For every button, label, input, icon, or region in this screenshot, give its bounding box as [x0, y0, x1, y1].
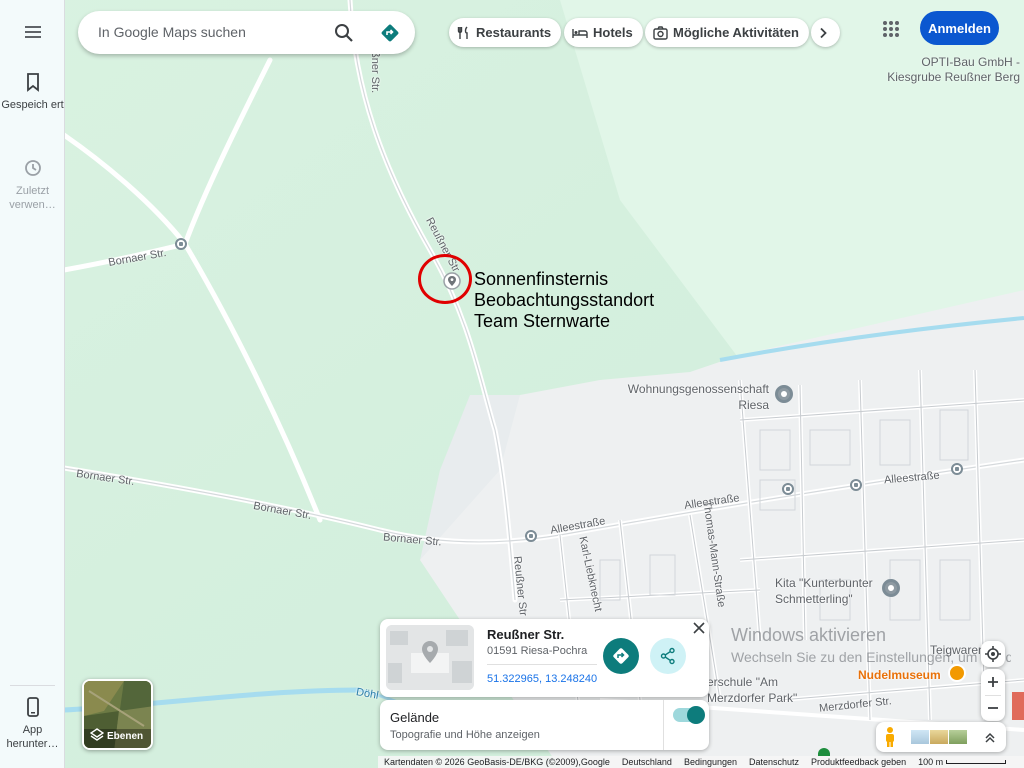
place-coordinates[interactable]: 51.322965, 13.248240 — [487, 673, 597, 685]
poi-label[interactable]: erschule "Am Merzdorfer Park" — [707, 674, 817, 706]
poi-pin-icon[interactable] — [818, 748, 830, 756]
chip-restaurants[interactable]: Restaurants — [449, 18, 562, 47]
chevron-right-icon — [820, 27, 827, 38]
annotation-line: Sonnenfinsternis — [474, 269, 609, 289]
bottom-controls — [876, 722, 1006, 752]
layers-button[interactable]: Ebenen — [82, 679, 153, 750]
close-icon[interactable] — [691, 620, 707, 636]
left-rail: Gespeich ert Zuletzt verwen… App herunte… — [0, 0, 65, 768]
poi-pin-icon[interactable] — [882, 579, 900, 597]
app-label: App herunter… — [6, 724, 59, 750]
terrain-subtitle: Topografie und Höhe anzeigen — [390, 729, 540, 741]
place-thumbnail[interactable] — [386, 625, 474, 690]
rail-divider — [10, 685, 55, 686]
poi-wohnung-text: Wohnungsgenossenschaft Riesa — [627, 382, 769, 412]
watermark-subtitle: Wechseln Sie zu den Einstellungen, um Wi… — [731, 649, 1011, 665]
traffic-view-thumbnail[interactable] — [949, 730, 967, 744]
activation-watermark: Windows aktivieren Wechseln Sie zu den E… — [731, 625, 1011, 665]
business-label[interactable]: OPTI-Bau GmbH - Kiesgrube Reußner Berg — [870, 55, 1020, 85]
phone-icon — [26, 697, 39, 717]
chip-label: Mögliche Aktivitäten — [673, 25, 799, 40]
directions-icon — [613, 648, 629, 664]
terrain-title: Gelände — [390, 710, 440, 725]
layers-icon — [90, 728, 104, 741]
pegman-icon[interactable] — [880, 726, 900, 748]
street-view-thumbnail — [386, 625, 474, 690]
footer-feedback[interactable]: Produktfeedback geben — [811, 757, 906, 767]
annotation-circle — [418, 254, 472, 304]
my-location-icon — [985, 646, 1001, 662]
footer-terms[interactable]: Bedingungen — [684, 757, 737, 767]
hamburger-icon — [24, 26, 41, 38]
globe-view-thumbnail[interactable] — [911, 730, 929, 744]
recent-button[interactable]: Zuletzt verwen… — [0, 158, 65, 212]
share-button[interactable] — [650, 638, 686, 674]
camera-icon — [653, 25, 668, 40]
zoom-in-button[interactable] — [981, 669, 1005, 695]
chips-next-button[interactable] — [811, 18, 840, 47]
annotation-text: Sonnenfinsternis Beobachtungsstandort Te… — [474, 269, 654, 332]
footer-scale[interactable]: 100 m — [918, 757, 943, 767]
terrain-view-thumbnail[interactable] — [930, 730, 948, 744]
bus-stop-icon[interactable] — [850, 479, 862, 491]
toggle-knob — [687, 706, 705, 724]
poi-label-nudelmuseum[interactable]: Nudelmuseum — [858, 667, 941, 683]
saved-button[interactable]: Gespeich ert — [0, 72, 65, 112]
terrain-separator — [663, 700, 664, 750]
share-icon — [660, 647, 675, 665]
recent-label: Zuletzt verwen… — [9, 185, 56, 211]
bookmark-icon — [26, 73, 39, 92]
map-marker-edge — [1012, 692, 1024, 720]
footer-country[interactable]: Deutschland — [622, 757, 672, 767]
terrain-card[interactable]: Gelände Topografie und Höhe anzeigen — [380, 700, 709, 750]
search-input[interactable] — [98, 21, 328, 43]
annotation-line: Beobachtungsstandort — [474, 290, 655, 310]
bus-stop-icon[interactable] — [951, 463, 963, 475]
saved-label: Gespeich ert — [1, 99, 64, 111]
expand-up-icon[interactable] — [982, 729, 998, 745]
bed-icon — [572, 28, 588, 38]
layers-label: Ebenen — [107, 731, 144, 742]
poi-label-kita[interactable]: Kita "Kunterbunter Schmetterling" — [775, 575, 885, 607]
restaurant-pin-icon[interactable] — [948, 664, 966, 682]
fork-knife-icon — [457, 26, 468, 39]
terrain-toggle[interactable] — [673, 706, 705, 724]
scale-bar — [946, 760, 1007, 764]
chip-activities[interactable]: Mögliche Aktivitäten — [645, 18, 809, 47]
signin-button[interactable]: Anmelden — [920, 11, 999, 45]
place-name: Reußner Str. — [487, 627, 565, 642]
poi-label-wohnung[interactable]: Wohnungsgenossenschaft Riesa — [619, 381, 769, 413]
minus-icon — [988, 707, 998, 709]
search-icon[interactable] — [334, 23, 354, 43]
poi-pin-icon[interactable] — [775, 385, 793, 403]
chip-label: Restaurants — [476, 25, 552, 40]
chip-label: Hotels — [593, 25, 633, 40]
plus-icon — [988, 677, 998, 687]
apps-grid-icon[interactable] — [878, 16, 904, 42]
my-location-button[interactable] — [981, 641, 1005, 667]
footer-attribution: Kartendaten © 2026 GeoBasis-DE/BKG (©200… — [384, 757, 610, 767]
footer-privacy[interactable]: Datenschutz — [749, 757, 799, 767]
bus-stop-icon[interactable] — [525, 530, 537, 542]
menu-button[interactable] — [0, 22, 65, 48]
map-footer: Kartendaten © 2026 GeoBasis-DE/BKG (©200… — [378, 756, 1024, 768]
download-app-button[interactable]: App herunter… — [0, 697, 65, 751]
zoom-controls — [981, 669, 1005, 721]
zoom-out-button[interactable] — [981, 695, 1005, 721]
annotation-line: Team Sternwarte — [474, 311, 611, 331]
route-button[interactable] — [603, 638, 639, 674]
bus-stop-icon[interactable] — [782, 483, 794, 495]
history-icon — [24, 160, 41, 176]
bus-stop-icon[interactable] — [175, 238, 187, 250]
place-address: 01591 Riesa-Pochra — [487, 645, 588, 657]
search-box[interactable] — [78, 11, 415, 54]
directions-icon[interactable] — [380, 23, 400, 43]
watermark-title: Windows aktivieren — [731, 625, 887, 645]
place-divider — [487, 664, 597, 665]
chip-hotels[interactable]: Hotels — [564, 18, 643, 47]
